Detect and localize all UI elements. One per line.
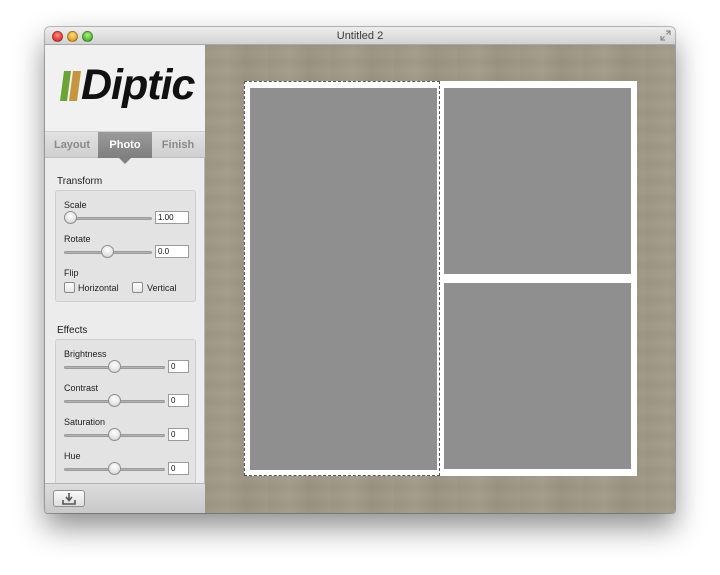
export-button[interactable]: [53, 490, 85, 507]
hue-value-field[interactable]: 0: [168, 462, 189, 475]
flip-horizontal-label: Horizontal: [78, 283, 119, 293]
photo-cell-3[interactable]: [444, 283, 631, 469]
flip-label: Flip: [64, 268, 79, 278]
contrast-slider-knob[interactable]: [108, 394, 121, 407]
window-title: Untitled 2: [336, 30, 384, 42]
effects-section-title: Effects: [57, 325, 88, 336]
transform-section-title: Transform: [57, 176, 103, 187]
brightness-value-field[interactable]: 0: [168, 360, 189, 373]
saturation-value-field[interactable]: 0: [168, 428, 189, 441]
tab-photo[interactable]: Photo: [98, 132, 152, 158]
contrast-label: Contrast: [64, 383, 99, 393]
logo-text: Diptic: [81, 61, 195, 109]
sidebar: Diptic Layout Photo Finish Transform Sca…: [45, 45, 205, 513]
collage-frame: [244, 81, 637, 476]
rotate-slider-knob[interactable]: [101, 245, 114, 258]
saturation-slider-knob[interactable]: [108, 428, 121, 441]
rotate-value-field[interactable]: 0.0: [155, 245, 189, 258]
saturation-label: Saturation: [64, 417, 106, 427]
logo-area: Diptic: [45, 45, 205, 131]
tab-finish[interactable]: Finish: [155, 132, 201, 158]
flip-vertical-checkbox[interactable]: [132, 282, 143, 293]
rotate-label: Rotate: [64, 234, 91, 244]
hue-label: Hue: [64, 451, 81, 461]
transform-group: Scale 1.00 Rotate 0.0 Flip Horizontal Ve…: [55, 190, 196, 302]
scale-slider[interactable]: [64, 217, 152, 220]
scale-slider-knob[interactable]: [64, 211, 77, 224]
tab-bar: Layout Photo Finish: [45, 131, 205, 158]
download-tray-icon: [62, 493, 76, 505]
logo-mark-icon: [60, 71, 81, 101]
sidebar-bottom-bar: [45, 483, 205, 513]
tab-layout[interactable]: Layout: [49, 132, 95, 158]
flip-vertical-label: Vertical: [147, 283, 177, 293]
scale-value-field[interactable]: 1.00: [155, 211, 189, 224]
active-tab-pointer: [119, 158, 131, 164]
fullscreen-icon[interactable]: [659, 30, 671, 42]
scale-label: Scale: [64, 200, 87, 210]
selected-cell-outline: [244, 81, 440, 476]
canvas-area: [205, 45, 675, 513]
photo-cell-2[interactable]: [444, 88, 631, 274]
flip-horizontal-checkbox[interactable]: [64, 282, 75, 293]
brightness-slider-knob[interactable]: [108, 360, 121, 373]
effects-group: Brightness 0 Contrast 0 Saturation 0 Hue…: [55, 339, 196, 489]
app-window: Untitled 2 Diptic Layout Photo Finish Tr…: [45, 27, 675, 513]
hue-slider-knob[interactable]: [108, 462, 121, 475]
contrast-value-field[interactable]: 0: [168, 394, 189, 407]
title-bar: Untitled 2: [45, 27, 675, 45]
brightness-label: Brightness: [64, 349, 107, 359]
